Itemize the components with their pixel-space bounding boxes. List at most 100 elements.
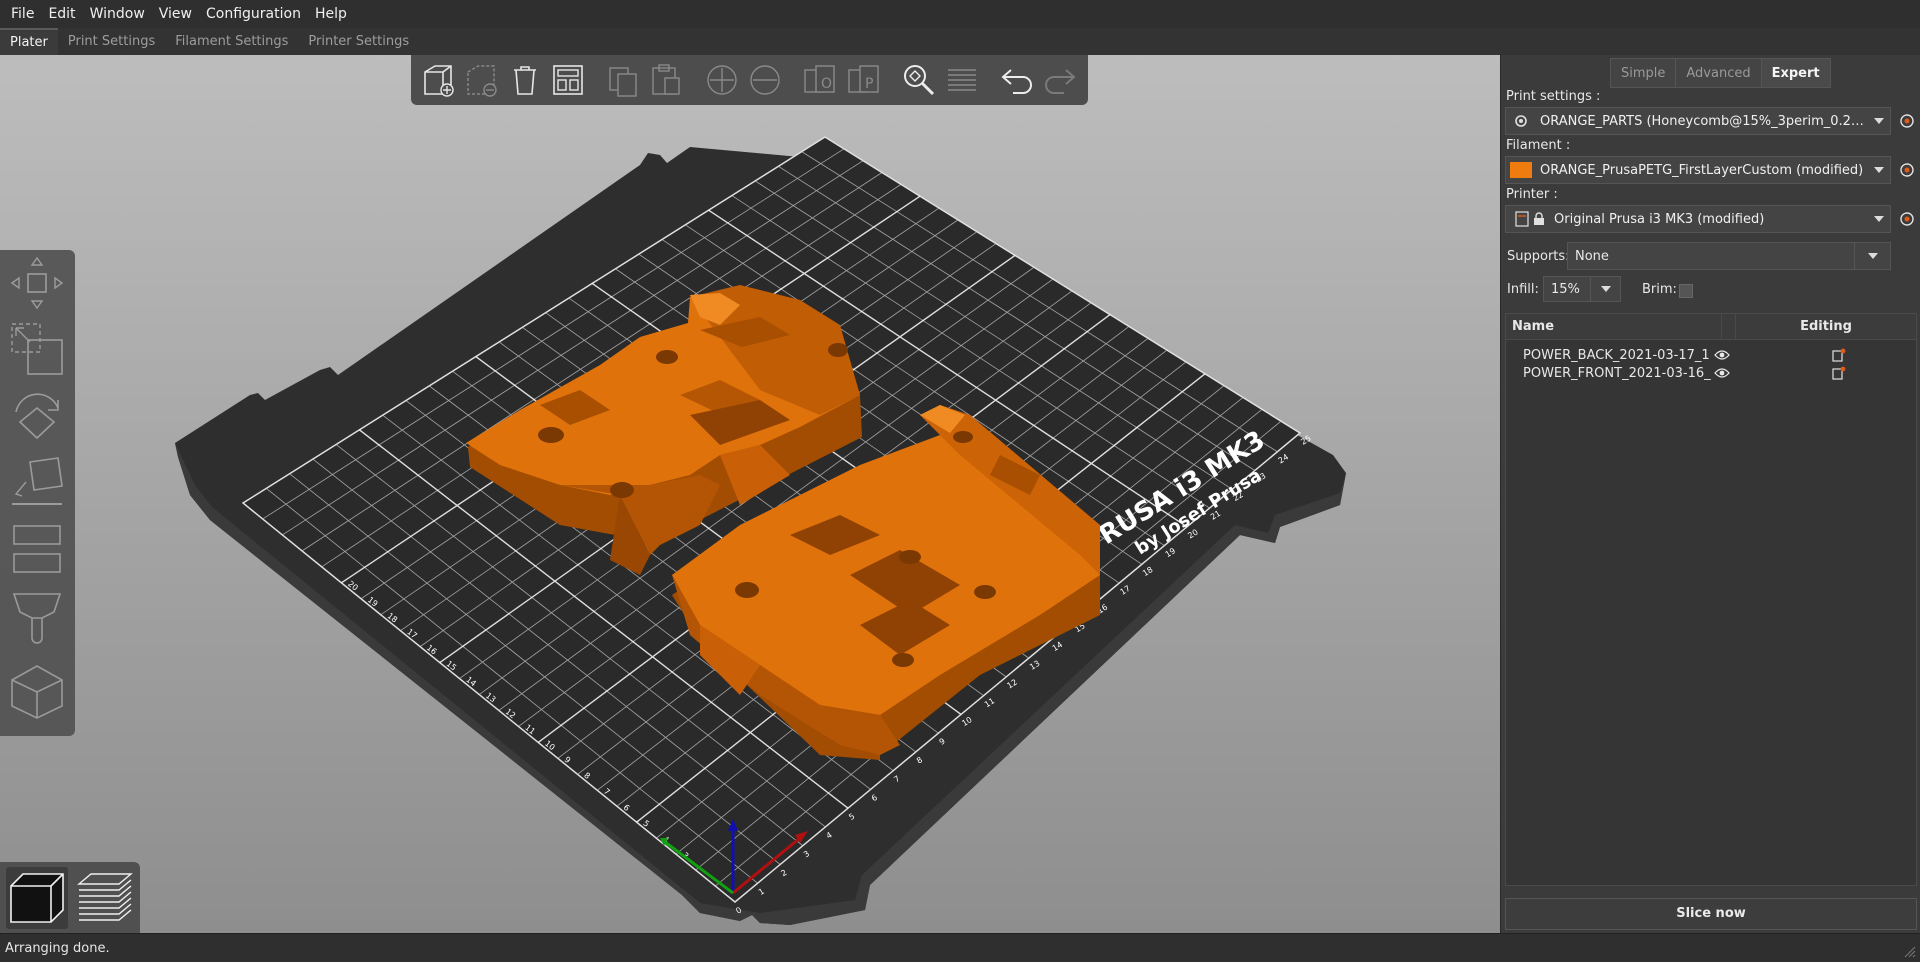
eye-icon[interactable] bbox=[1714, 349, 1730, 361]
paste-icon bbox=[652, 64, 680, 95]
redo-button[interactable] bbox=[1041, 60, 1080, 100]
infill-value: 15% bbox=[1551, 281, 1580, 297]
tab-print-settings[interactable]: Print Settings bbox=[58, 28, 165, 55]
top-toolbar: O P bbox=[411, 55, 1088, 105]
print-settings-combo[interactable]: ORANGE_PARTS (Honeycomb@15%_3perim_0.2… bbox=[1505, 107, 1891, 135]
mode-expert[interactable]: Expert bbox=[1760, 58, 1831, 88]
chevron-down-icon bbox=[1600, 286, 1611, 292]
cut-tool[interactable] bbox=[8, 520, 66, 578]
paint-brush-icon bbox=[12, 593, 62, 644]
split-objects-icon: O bbox=[804, 65, 836, 93]
filament-color-swatch bbox=[1510, 162, 1532, 178]
edit-preset-icon bbox=[1900, 114, 1914, 128]
column-editing[interactable]: Editing bbox=[1736, 314, 1916, 339]
search-button[interactable] bbox=[899, 60, 938, 100]
minus-circle-icon bbox=[750, 65, 780, 95]
chevron-down-icon bbox=[1867, 253, 1878, 259]
remove-instance-button[interactable] bbox=[746, 60, 785, 100]
main-tabs: Plater Print Settings Filament Settings … bbox=[0, 28, 1920, 55]
undo-icon bbox=[1001, 69, 1033, 94]
undo-button[interactable] bbox=[997, 60, 1036, 100]
object-row[interactable]: POWER_BACK_2021-03-17_1 bbox=[1506, 346, 1916, 364]
settings-edit-icon[interactable] bbox=[1832, 366, 1846, 380]
brim-checkbox[interactable] bbox=[1679, 284, 1693, 298]
print-settings-label: Print settings : bbox=[1506, 89, 1601, 104]
infill-combo[interactable]: 15% bbox=[1543, 276, 1621, 302]
edit-preset-icon bbox=[1900, 212, 1914, 226]
column-name[interactable]: Name bbox=[1506, 314, 1722, 339]
view-cube-tool[interactable] bbox=[8, 662, 66, 720]
supports-row: Supports: None bbox=[1501, 242, 1920, 272]
supports-combo[interactable]: None bbox=[1567, 242, 1891, 270]
settings-sidebar: Simple Advanced Expert Print settings : … bbox=[1500, 55, 1920, 933]
printer-label: Printer : bbox=[1506, 187, 1558, 202]
place-on-face-tool[interactable] bbox=[8, 452, 66, 510]
mode-advanced[interactable]: Advanced bbox=[1675, 58, 1762, 88]
view-toolbar bbox=[0, 862, 140, 933]
paste-button[interactable] bbox=[647, 60, 686, 100]
menu-edit[interactable]: Edit bbox=[41, 0, 82, 28]
menu-file[interactable]: File bbox=[4, 0, 41, 28]
tab-plater[interactable]: Plater bbox=[0, 28, 58, 55]
tab-filament-settings[interactable]: Filament Settings bbox=[165, 28, 298, 55]
object-name: POWER_FRONT_2021-03-16_ bbox=[1523, 365, 1711, 381]
add-instance-button[interactable] bbox=[702, 60, 741, 100]
copy-icon bbox=[608, 67, 637, 97]
print-settings-edit-button[interactable] bbox=[1897, 111, 1917, 131]
chevron-down-icon bbox=[1874, 216, 1884, 222]
trash-icon bbox=[514, 66, 537, 95]
split-objects-button[interactable]: O bbox=[801, 60, 840, 100]
edit-preset-icon bbox=[1900, 163, 1914, 177]
object-row[interactable]: POWER_FRONT_2021-03-16_ bbox=[1506, 364, 1916, 382]
menu-view[interactable]: View bbox=[152, 0, 199, 28]
place-on-face-icon bbox=[12, 457, 63, 505]
rotate-tool[interactable] bbox=[8, 386, 66, 444]
rotate-icon bbox=[15, 393, 59, 440]
menu-configuration[interactable]: Configuration bbox=[199, 0, 308, 28]
3d-viewport[interactable]: PRUSA i3 MK3 by Josef Prusa 0 1 2 3 4 5 6 7 8 9 10… bbox=[0, 55, 1500, 933]
scale-tool[interactable] bbox=[8, 320, 66, 378]
print-bed-scene: PRUSA i3 MK3 by Josef Prusa 012345678910… bbox=[175, 136, 1346, 925]
mode-tabs: Simple Advanced Expert bbox=[1610, 58, 1831, 88]
arrange-button[interactable] bbox=[549, 60, 588, 100]
print-settings-value: ORANGE_PARTS (Honeycomb@15%_3perim_0.2… bbox=[1540, 113, 1864, 129]
tab-printer-settings[interactable]: Printer Settings bbox=[298, 28, 419, 55]
filament-edit-button[interactable] bbox=[1897, 160, 1917, 180]
add-button[interactable] bbox=[419, 60, 458, 100]
delete-object-icon bbox=[467, 65, 497, 97]
eye-icon[interactable] bbox=[1714, 367, 1730, 379]
menu-window[interactable]: Window bbox=[83, 0, 152, 28]
move-icon bbox=[10, 256, 64, 310]
add-object-icon bbox=[423, 65, 454, 97]
printer-edit-button[interactable] bbox=[1897, 209, 1917, 229]
split-parts-button[interactable]: P bbox=[844, 60, 883, 100]
delete-button[interactable] bbox=[462, 60, 501, 100]
search-icon bbox=[903, 65, 934, 96]
layers-icon bbox=[947, 69, 976, 91]
slice-now-button[interactable]: Slice now bbox=[1505, 898, 1917, 930]
3d-view-button[interactable] bbox=[6, 867, 68, 929]
filament-value: ORANGE_PrusaPETG_FirstLayerCustom (modif… bbox=[1540, 162, 1864, 178]
filament-combo[interactable]: ORANGE_PrusaPETG_FirstLayerCustom (modif… bbox=[1505, 156, 1891, 184]
layers-editing-button[interactable] bbox=[942, 60, 981, 100]
object-name: POWER_BACK_2021-03-17_1 bbox=[1523, 347, 1710, 363]
resize-grip-icon[interactable] bbox=[1900, 942, 1916, 958]
printer-icon bbox=[1515, 211, 1529, 227]
delete-all-button[interactable] bbox=[506, 60, 545, 100]
copy-button[interactable] bbox=[604, 60, 643, 100]
svg-text:O: O bbox=[821, 76, 832, 92]
printer-combo[interactable]: Original Prusa i3 MK3 (modified) bbox=[1505, 205, 1891, 233]
gear-icon bbox=[1515, 115, 1527, 127]
paint-supports-tool[interactable] bbox=[8, 588, 66, 646]
plus-circle-icon bbox=[707, 65, 737, 95]
settings-edit-icon[interactable] bbox=[1832, 348, 1846, 362]
menu-bar: File Edit Window View Configuration Help bbox=[0, 0, 1920, 28]
move-tool[interactable] bbox=[8, 254, 66, 312]
printer-value: Original Prusa i3 MK3 (modified) bbox=[1554, 211, 1765, 227]
gizmo-toolbar bbox=[0, 250, 75, 736]
status-text: Arranging done. bbox=[5, 941, 110, 956]
menu-help[interactable]: Help bbox=[308, 0, 354, 28]
preview-button[interactable] bbox=[74, 867, 136, 929]
mode-simple[interactable]: Simple bbox=[1610, 58, 1677, 88]
infill-label: Infill: bbox=[1507, 282, 1539, 297]
